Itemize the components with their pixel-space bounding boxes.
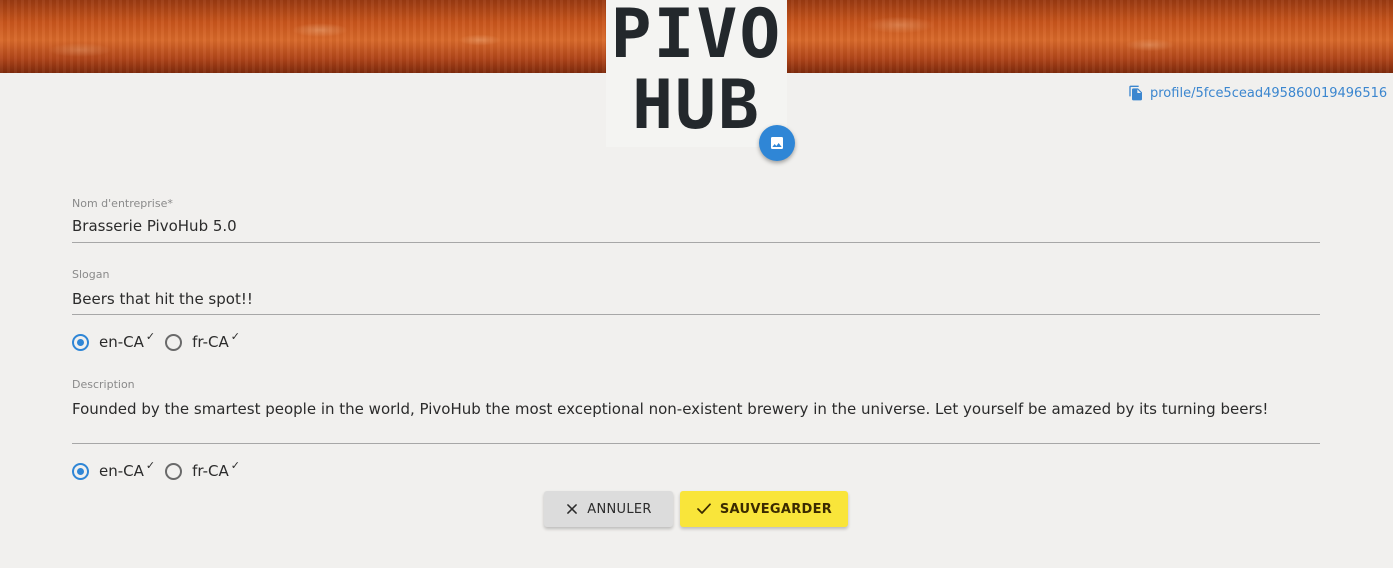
- profile-link-text[interactable]: profile/5fce5cead495860019496516: [1150, 86, 1387, 101]
- brand-logo[interactable]: PIVO HUB: [606, 0, 787, 147]
- description-lang-en-ca[interactable]: en-CA ✓: [72, 458, 156, 480]
- slogan-field[interactable]: Slogan Beers that hit the spot!!: [72, 268, 1320, 316]
- description-textarea[interactable]: Founded by the smartest people in the wo…: [72, 400, 1302, 419]
- description-underline: [72, 443, 1320, 444]
- description-lang-fr-label[interactable]: fr-CA: [192, 462, 229, 480]
- slogan-lang-fr-label[interactable]: fr-CA: [192, 333, 229, 351]
- save-button-label: SAUVEGARDER: [719, 501, 833, 517]
- company-name-label: Nom d'entreprise*: [72, 197, 173, 210]
- check-mark-icon: ✓: [230, 329, 240, 343]
- company-name-field[interactable]: Nom d'entreprise* Brasserie PivoHub 5.0: [72, 197, 1320, 244]
- slogan-label: Slogan: [72, 268, 110, 281]
- copy-icon[interactable]: [1128, 84, 1144, 102]
- description-lang-fr-ca[interactable]: fr-CA ✓: [165, 458, 240, 480]
- description-field[interactable]: Description Founded by the smartest peop…: [72, 378, 1320, 445]
- slogan-lang-en-ca[interactable]: en-CA ✓: [72, 329, 156, 351]
- logo-text-line2: HUB: [632, 66, 761, 145]
- save-button[interactable]: SAUVEGARDER: [680, 491, 848, 527]
- slogan-lang-fr-ca[interactable]: fr-CA ✓: [165, 329, 240, 351]
- description-language-group: en-CA ✓ fr-CA ✓: [72, 458, 250, 482]
- check-mark-icon: ✓: [145, 458, 156, 472]
- cancel-button-label: ANNULER: [587, 501, 652, 517]
- cancel-button[interactable]: ANNULER: [544, 491, 673, 527]
- image-icon: [771, 137, 783, 149]
- description-label: Description: [72, 378, 135, 391]
- change-logo-button[interactable]: [759, 125, 795, 161]
- check-mark-icon: ✓: [230, 458, 240, 472]
- company-name-input[interactable]: Brasserie PivoHub 5.0: [72, 217, 237, 235]
- description-lang-en-label[interactable]: en-CA: [99, 462, 144, 480]
- close-icon: [567, 504, 578, 514]
- radio-button-selected[interactable]: [72, 462, 89, 480]
- radio-button[interactable]: [165, 333, 183, 351]
- slogan-language-group: en-CA ✓ fr-CA ✓: [72, 329, 250, 353]
- check-mark-icon: ✓: [145, 329, 156, 343]
- profile-page: PIVO HUB profile/5fce5cead49586001949651…: [0, 0, 1393, 568]
- company-name-underline: [72, 242, 1320, 243]
- slogan-lang-en-label[interactable]: en-CA: [99, 333, 144, 351]
- slogan-underline: [72, 314, 1320, 315]
- radio-button[interactable]: [165, 462, 183, 480]
- check-icon: [697, 503, 711, 514]
- logo-text-line1: PIVO: [610, 0, 783, 74]
- profile-link[interactable]: profile/5fce5cead495860019496516: [1128, 83, 1387, 103]
- radio-button-selected[interactable]: [72, 333, 89, 351]
- slogan-input[interactable]: Beers that hit the spot!!: [72, 290, 253, 308]
